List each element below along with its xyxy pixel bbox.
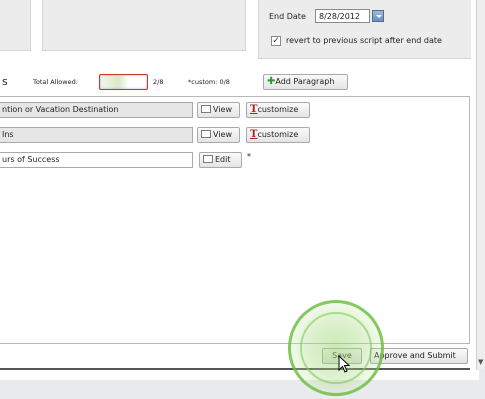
add-paragraph-label: Add Paragraph <box>275 77 335 86</box>
end-date-label: End Date <box>269 12 306 21</box>
calendar-dropdown-icon[interactable] <box>372 10 384 22</box>
view-label: View <box>213 130 232 139</box>
revert-label: revert to previous script after end date <box>286 36 442 45</box>
total-allowed-label: Total Allowed: <box>33 78 78 86</box>
scroll-down-icon[interactable]: ▼ <box>478 358 483 366</box>
add-paragraph-button[interactable]: ✚Add Paragraph <box>263 74 348 90</box>
paragraph-row-2-title: Ins <box>0 127 193 143</box>
paragraph-row-3-title[interactable]: urs of Success <box>0 152 193 168</box>
paragraph-row-3-edit-button[interactable]: Edit <box>199 152 242 168</box>
view-label: View <box>213 105 232 114</box>
approve-and-submit-button[interactable]: Approve and Submit <box>370 348 468 364</box>
mouse-pointer-icon <box>338 355 351 373</box>
paragraph-row-1-customize-button[interactable]: Tcustomize <box>246 102 310 118</box>
document-icon <box>203 154 213 163</box>
customize-label: customize <box>257 130 299 139</box>
custom-count: *custom: 0/8 <box>188 78 230 86</box>
revert-checkbox[interactable]: ✓ <box>271 36 281 46</box>
edit-label: Edit <box>215 155 231 164</box>
customize-label: customize <box>257 105 299 114</box>
paragraph-row-1-title: ntion or Vacation Destination <box>0 102 193 118</box>
left-panel <box>0 0 31 51</box>
document-icon <box>201 104 211 113</box>
script-editor-window: End Date 8/28/2012 ✓ revert to previous … <box>0 0 479 380</box>
paragraph-row-2-customize-button[interactable]: Tcustomize <box>246 127 310 143</box>
vertical-scrollbar[interactable]: ▼ <box>476 0 485 370</box>
total-allowed-meter <box>99 74 148 90</box>
custom-marker: * <box>247 152 251 161</box>
end-date-input[interactable]: 8/28/2012 <box>315 9 370 23</box>
center-panel <box>42 0 246 51</box>
document-icon <box>201 129 211 138</box>
paragraph-row-1-view-button[interactable]: View <box>197 102 240 118</box>
paragraph-row-2-view-button[interactable]: View <box>197 127 240 143</box>
total-allowed-count: 2/8 <box>153 78 164 86</box>
section-title-fragment: s <box>2 75 8 88</box>
